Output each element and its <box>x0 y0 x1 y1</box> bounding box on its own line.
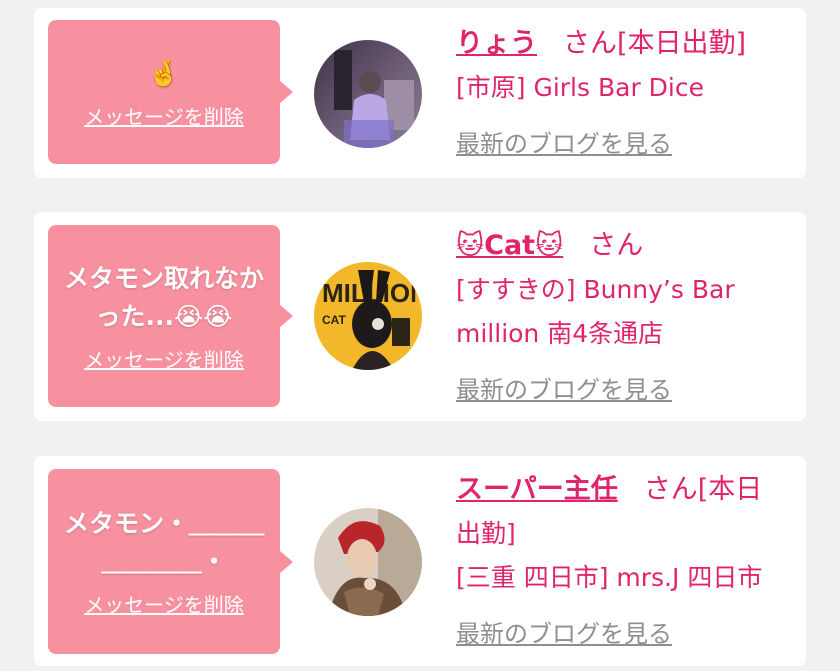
message-text: メタモン取れなかった...😭😭 <box>64 263 265 331</box>
shop-info: 🐱Cat🐱 さん [すすきの] Bunny’s Bar million 南4条通店… <box>456 224 794 405</box>
cast-name-link[interactable]: スーパー主任 <box>456 474 618 505</box>
message-bubble: 🤞 メッセージを削除 <box>48 20 293 164</box>
honorific: さん <box>563 28 617 59</box>
message-text: 🤞 <box>147 58 181 89</box>
shop-location-branch: million 南4条通店 <box>456 319 664 348</box>
delete-message-link[interactable]: メッセージを削除 <box>84 589 244 618</box>
avatar[interactable] <box>314 508 422 616</box>
latest-blog-link[interactable]: 最新のブログを見る <box>456 614 672 649</box>
cast-name-link[interactable]: 🐱Cat🐱 <box>456 230 563 261</box>
shop-info: りょう さん[本日出勤] [市原] Girls Bar Dice 最新のブログを見… <box>456 22 794 159</box>
shop-location: [すすきの] Bunny’s Bar million 南4条通店 <box>456 268 794 356</box>
message-card: 🤞 メッセージを削除 りょう さん[本日出勤] [市原] Girls Bar Di… <box>34 8 806 178</box>
shop-location: [市原] Girls Bar Dice <box>456 73 704 102</box>
delete-message-link[interactable]: メッセージを削除 <box>84 344 244 373</box>
message-bubble: メタモン取れなかった...😭😭 メッセージを削除 <box>48 225 293 407</box>
avatar-image <box>314 508 422 616</box>
avatar-image: MILLION CAT <box>314 262 422 370</box>
work-status: [本日出勤] <box>617 28 747 59</box>
message-bubble: メタモン・＿＿＿＿＿＿＿・ メッセージを削除 <box>48 469 293 654</box>
latest-blog-link[interactable]: 最新のブログを見る <box>456 370 672 405</box>
svg-text:CAT: CAT <box>322 313 346 327</box>
message-card: メタモン・＿＿＿＿＿＿＿・ メッセージを削除 スーパー主任 さん[本日 出勤] [… <box>34 456 806 666</box>
latest-blog-link[interactable]: 最新のブログを見る <box>456 124 672 159</box>
avatar[interactable]: MILLION CAT <box>314 262 422 370</box>
cast-name-link[interactable]: りょう <box>456 28 537 59</box>
work-status-part1: [本日 <box>697 474 763 505</box>
shop-info: スーパー主任 さん[本日 出勤] [三重 四日市] mrs.J 四日市 最新のブロ… <box>456 468 794 649</box>
message-card: メタモン取れなかった...😭😭 メッセージを削除 MILLION CAT 🐱Ca… <box>34 212 806 421</box>
shop-location-area: [すすきの] Bunny’s Bar <box>456 275 735 304</box>
message-text: メタモン・＿＿＿＿＿＿＿・ <box>63 509 264 576</box>
shop-location: [三重 四日市] mrs.J 四日市 <box>456 563 763 592</box>
work-status-part2: 出勤] <box>456 519 516 548</box>
avatar[interactable] <box>314 40 422 148</box>
delete-message-link[interactable]: メッセージを削除 <box>84 101 244 130</box>
avatar-image <box>314 40 422 148</box>
honorific: さん <box>589 230 644 261</box>
honorific: さん <box>643 474 698 505</box>
